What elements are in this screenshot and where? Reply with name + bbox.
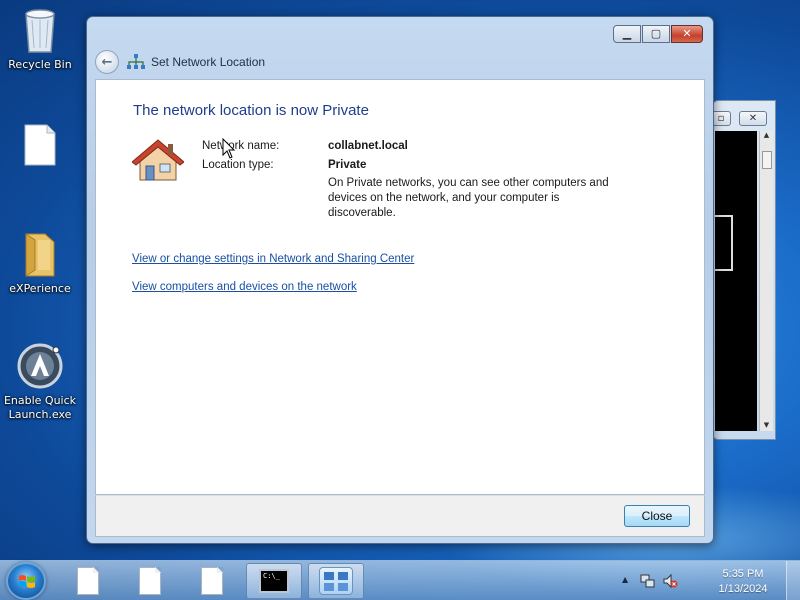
network-name-value: collabnet.local (328, 140, 408, 152)
close-window-button[interactable]: ✕ (671, 25, 703, 43)
network-settings-icon (319, 567, 353, 595)
taskbar-clock[interactable]: 5:35 PM 1/13/2024 (708, 567, 778, 597)
desktop-icon-enable-quick-launch[interactable]: Enable Quick Launch.exe (0, 342, 80, 422)
back-button[interactable]: ← (95, 50, 119, 74)
console-inner-frame (715, 215, 733, 271)
desktop-icon-label: Recycle Bin (8, 58, 72, 71)
network-icon (127, 54, 145, 69)
start-button[interactable] (6, 562, 46, 600)
console-restore-button[interactable]: ▫ (711, 111, 731, 126)
dialog-content: The network location is now Private Netw… (95, 79, 705, 495)
page-heading: The network location is now Private (133, 102, 369, 119)
desktop-icon-recycle-bin[interactable]: Recycle Bin (0, 6, 80, 72)
document-icon (24, 124, 56, 166)
recycle-bin-icon (25, 9, 55, 53)
taskbar-item-document-3[interactable] (184, 563, 240, 599)
minimize-button[interactable]: ▁ (613, 25, 641, 43)
maximize-button[interactable]: ▢ (642, 25, 670, 43)
scroll-down-icon[interactable]: ▼ (760, 421, 773, 429)
system-tray: ▲ 5:35 PM 1/13/2024 (620, 561, 800, 600)
volume-muted-icon[interactable] (662, 573, 678, 589)
taskbar-item-network-location[interactable] (308, 563, 364, 599)
location-description: On Private networks, you can see other c… (328, 177, 609, 219)
show-desktop-button[interactable] (786, 561, 800, 600)
desktop-icon-document[interactable] (0, 124, 80, 170)
location-type-value: Private (328, 159, 367, 171)
close-icon: ✕ (682, 27, 692, 40)
scroll-thumb[interactable] (762, 151, 772, 169)
network-name-label: Network name: (202, 140, 280, 152)
console-screen[interactable] (715, 131, 757, 431)
dialog-footer: Close (95, 495, 705, 537)
console-window-buttons: ▫ ✕ (711, 111, 773, 127)
app-icon (17, 343, 63, 389)
background-console-window[interactable]: ▫ ✕ ▲ ▼ (711, 100, 776, 440)
home-network-icon (132, 139, 184, 181)
dialog-navbar: ← Set Network Location (95, 47, 705, 77)
clock-time: 5:35 PM (722, 568, 764, 580)
document-icon (201, 567, 223, 595)
show-hidden-icons-icon[interactable]: ▲ (622, 575, 628, 584)
window-controls: ▁ ▢ ✕ (612, 25, 703, 43)
taskbar: C:\_ ▲ 5:35 PM 1/13/2024 (0, 560, 800, 600)
back-arrow-icon: ← (101, 54, 113, 70)
view-network-computers-link[interactable]: View computers and devices on the networ… (132, 281, 357, 293)
clock-date: 1/13/2024 (718, 583, 768, 595)
network-sharing-center-link[interactable]: View or change settings in Network and S… (132, 253, 414, 265)
taskbar-item-document-2[interactable] (122, 563, 178, 599)
taskbar-item-command-prompt[interactable]: C:\_ (246, 563, 302, 599)
minimize-icon: ▁ (622, 27, 632, 40)
console-scrollbar[interactable]: ▲ ▼ (759, 131, 773, 431)
desktop-icon-experience[interactable]: eXPerience (0, 230, 80, 296)
document-icon (139, 567, 161, 595)
desktop-icon-label: eXPerience (9, 282, 71, 295)
close-button[interactable]: Close (624, 505, 690, 527)
network-tray-icon[interactable] (640, 573, 656, 589)
console-close-button[interactable]: ✕ (739, 111, 767, 126)
set-network-location-dialog: ▁ ▢ ✕ ← Set Network Location The network… (86, 16, 714, 544)
taskbar-item-document-1[interactable] (60, 563, 116, 599)
windows-logo-icon (19, 575, 35, 588)
location-type-label: Location type: (202, 159, 274, 171)
document-icon (77, 567, 99, 595)
maximize-icon: ▢ (650, 27, 662, 40)
command-prompt-icon: C:\_ (259, 569, 289, 593)
scroll-up-icon[interactable]: ▲ (760, 131, 773, 139)
folder-icon (25, 233, 55, 277)
desktop-icon-label: Enable Quick Launch.exe (3, 394, 77, 421)
mouse-cursor-icon (222, 138, 236, 159)
dialog-title: Set Network Location (151, 55, 266, 69)
